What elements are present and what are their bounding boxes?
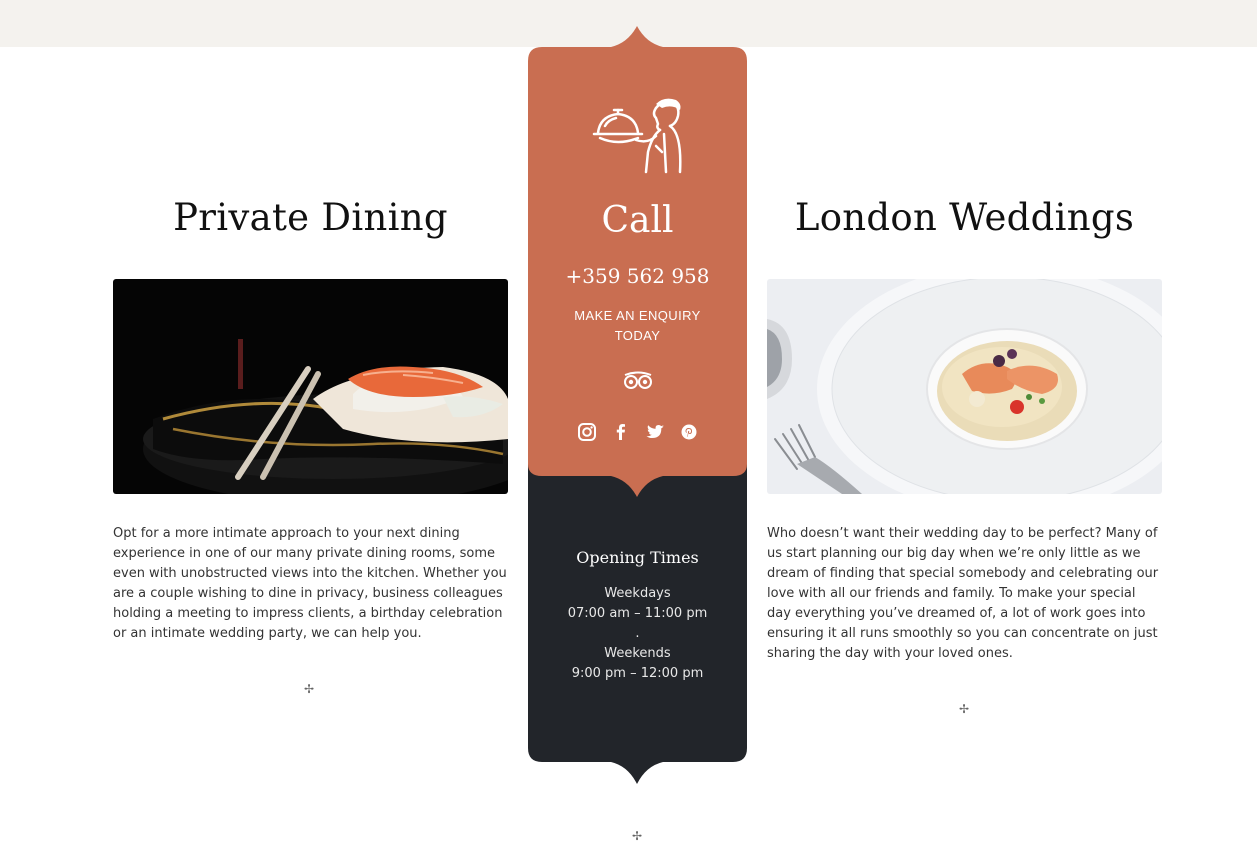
divider-ornament-icon: ✢	[304, 682, 315, 696]
facebook-icon[interactable]	[611, 422, 631, 442]
private-dining-description: Opt for a more intimate approach to your…	[113, 526, 507, 641]
private-dining-photo	[113, 279, 508, 494]
instagram-icon[interactable]	[577, 422, 597, 442]
waiter-cloche-icon	[592, 98, 682, 174]
london-weddings-title: London Weddings	[794, 196, 1135, 239]
twitter-icon[interactable]	[645, 422, 665, 442]
make-enquiry-link[interactable]: MAKE AN ENQUIRY TODAY	[558, 306, 717, 346]
london-weddings-description: Who doesn’t want their wedding day to be…	[767, 526, 1159, 661]
phone-number-link[interactable]: +359 562 958	[528, 264, 747, 288]
weekends-label: Weekends	[604, 646, 671, 661]
hours-separator: .	[635, 626, 640, 641]
pinterest-icon[interactable]	[679, 422, 699, 442]
weekdays-label: Weekdays	[604, 586, 671, 601]
divider-ornament-icon: ✢	[632, 829, 643, 843]
social-links	[528, 422, 747, 442]
contact-panel: Call +359 562 958 MAKE AN ENQUIRY TODAY …	[528, 26, 747, 786]
divider-ornament-icon: ✢	[959, 702, 970, 716]
london-weddings-photo	[767, 279, 1162, 494]
private-dining-title: Private Dining	[173, 196, 448, 239]
weekdays-time: 07:00 am – 11:00 pm	[567, 606, 708, 621]
weekends-time: 9:00 pm – 12:00 pm	[571, 666, 704, 681]
tripadvisor-icon[interactable]	[622, 370, 654, 392]
opening-times-list: Weekdays 07:00 am – 11:00 pm . Weekends …	[528, 584, 747, 684]
opening-times-heading: Opening Times	[576, 548, 699, 567]
call-heading: Call	[601, 200, 674, 241]
